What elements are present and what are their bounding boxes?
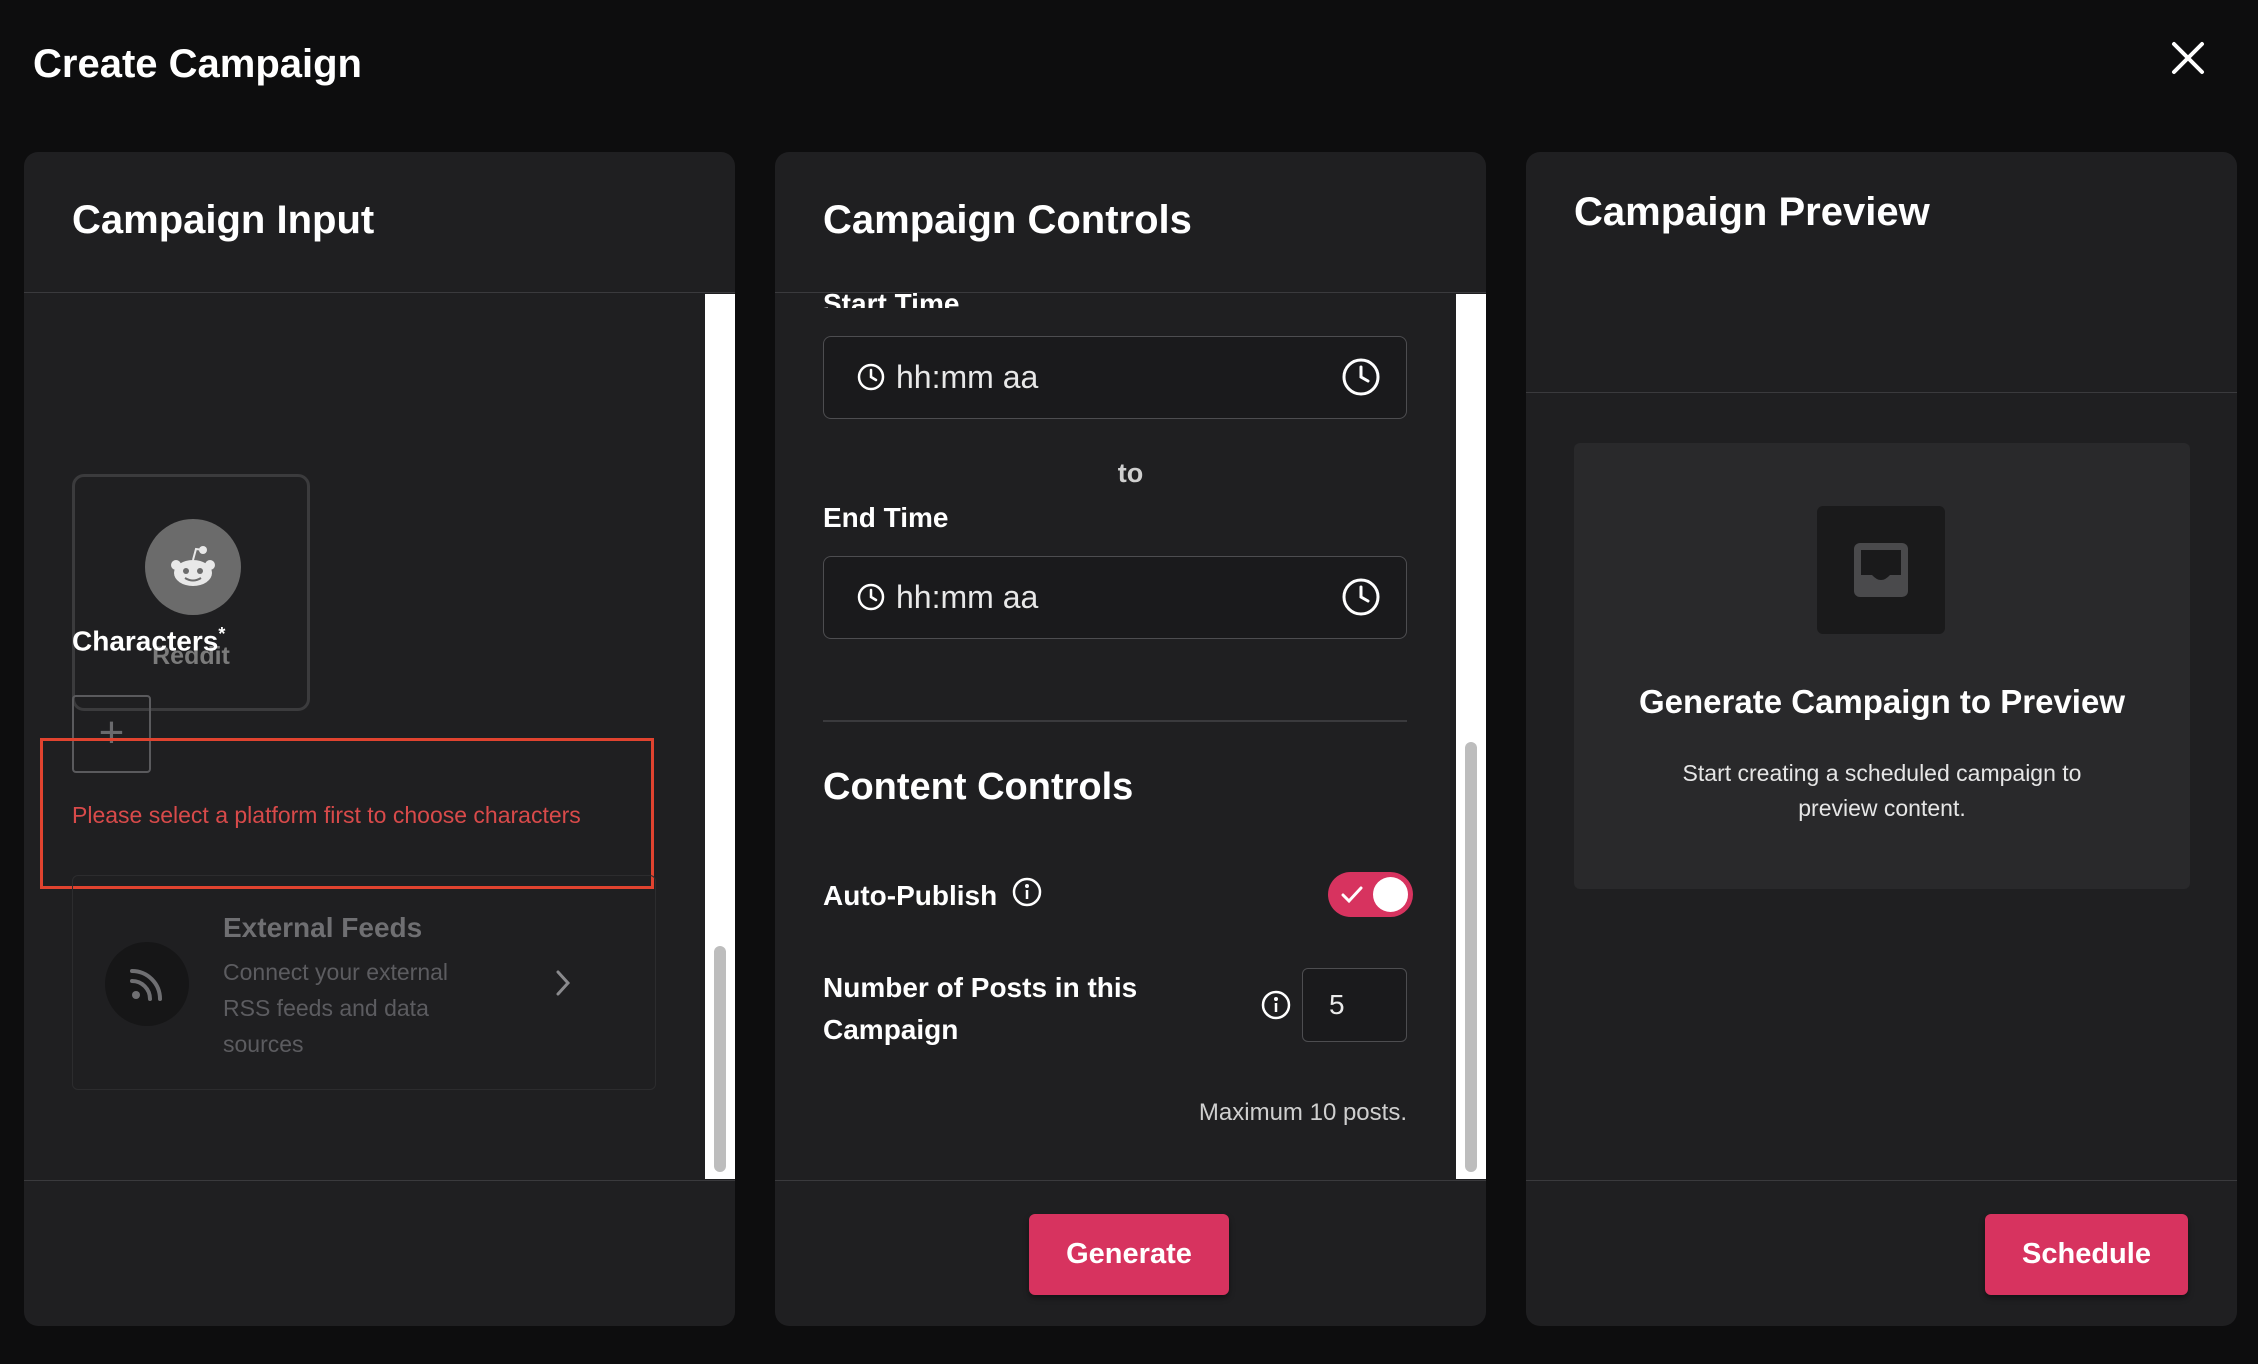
preview-empty-title: Generate Campaign to Preview xyxy=(1639,683,2125,720)
to-label: to xyxy=(1117,458,1144,488)
generate-button[interactable]: Generate xyxy=(1029,1214,1229,1295)
external-feeds-description: Connect your external RSS feeds and data… xyxy=(223,959,449,1057)
rss-icon xyxy=(105,942,189,1026)
panel-header: Campaign Controls xyxy=(775,152,1486,293)
schedule-button[interactable]: Schedule xyxy=(1985,1214,2188,1295)
auto-publish-toggle[interactable] xyxy=(1328,872,1413,917)
start-time-label: Start Time xyxy=(823,288,960,308)
platform-card-reddit[interactable]: Reddit xyxy=(72,474,310,711)
external-feeds-card[interactable]: External Feeds Connect your external RSS… xyxy=(72,875,656,1090)
platform-error-message: Please select a platform first to choose… xyxy=(72,802,581,828)
check-icon xyxy=(1340,884,1364,911)
characters-label: Characters* xyxy=(72,624,226,657)
num-posts-label: Number of Posts in this Campaign xyxy=(823,972,1138,1045)
section-divider xyxy=(823,720,1407,722)
panel-footer xyxy=(24,1180,735,1326)
campaign-controls-panel: Campaign Controls Start Time hh:mm aa to… xyxy=(775,152,1486,1326)
scrollbar-thumb[interactable] xyxy=(714,946,726,1172)
panel-title: Campaign Input xyxy=(72,198,375,242)
required-mark: * xyxy=(218,624,226,644)
panel-footer: Schedule xyxy=(1526,1180,2237,1326)
num-posts-input[interactable]: 5 xyxy=(1302,968,1407,1042)
dialog-title: Create Campaign xyxy=(33,42,362,86)
external-feeds-title: External Feeds xyxy=(223,912,423,943)
info-icon[interactable] xyxy=(1011,876,1043,915)
start-time-input[interactable]: hh:mm aa xyxy=(823,336,1407,419)
content-controls-title: Content Controls xyxy=(823,766,1134,808)
preview-empty-state: Generate Campaign to Preview Start creat… xyxy=(1574,443,2190,889)
clock-picker-icon[interactable] xyxy=(1340,356,1382,403)
panel-title: Campaign Preview xyxy=(1574,190,1930,234)
campaign-input-panel: Campaign Input Reddit Characters* + Plea… xyxy=(24,152,735,1326)
preview-empty-description: Start creating a scheduled campaign to p… xyxy=(1682,760,2082,821)
clock-icon xyxy=(856,582,886,617)
inbox-icon xyxy=(1817,506,1945,634)
end-time-label: End Time xyxy=(823,502,949,533)
scrollbar-thumb[interactable] xyxy=(1465,742,1477,1172)
max-posts-hint: Maximum 10 posts. xyxy=(1198,1099,1407,1126)
campaign-preview-panel: Campaign Preview Generate Campaign to Pr… xyxy=(1526,152,2237,1326)
toggle-knob xyxy=(1373,877,1408,912)
reddit-icon xyxy=(145,519,241,615)
panel-header: Campaign Input xyxy=(24,152,735,293)
panel-footer: Generate xyxy=(775,1180,1486,1326)
start-time-value: hh:mm aa xyxy=(896,359,1039,395)
scrollbar[interactable] xyxy=(1456,294,1486,1179)
end-time-input[interactable]: hh:mm aa xyxy=(823,556,1407,639)
scrollbar[interactable] xyxy=(705,294,735,1179)
clock-icon xyxy=(856,362,886,397)
panel-header: Campaign Preview xyxy=(1526,152,2237,393)
close-icon[interactable] xyxy=(2168,38,2208,78)
clock-picker-icon[interactable] xyxy=(1340,576,1382,623)
info-icon[interactable] xyxy=(1260,989,1292,1026)
panel-title: Campaign Controls xyxy=(823,198,1192,242)
chevron-right-icon xyxy=(553,968,573,1003)
auto-publish-label: Auto-Publish xyxy=(823,876,1043,915)
end-time-value: hh:mm aa xyxy=(896,579,1039,615)
